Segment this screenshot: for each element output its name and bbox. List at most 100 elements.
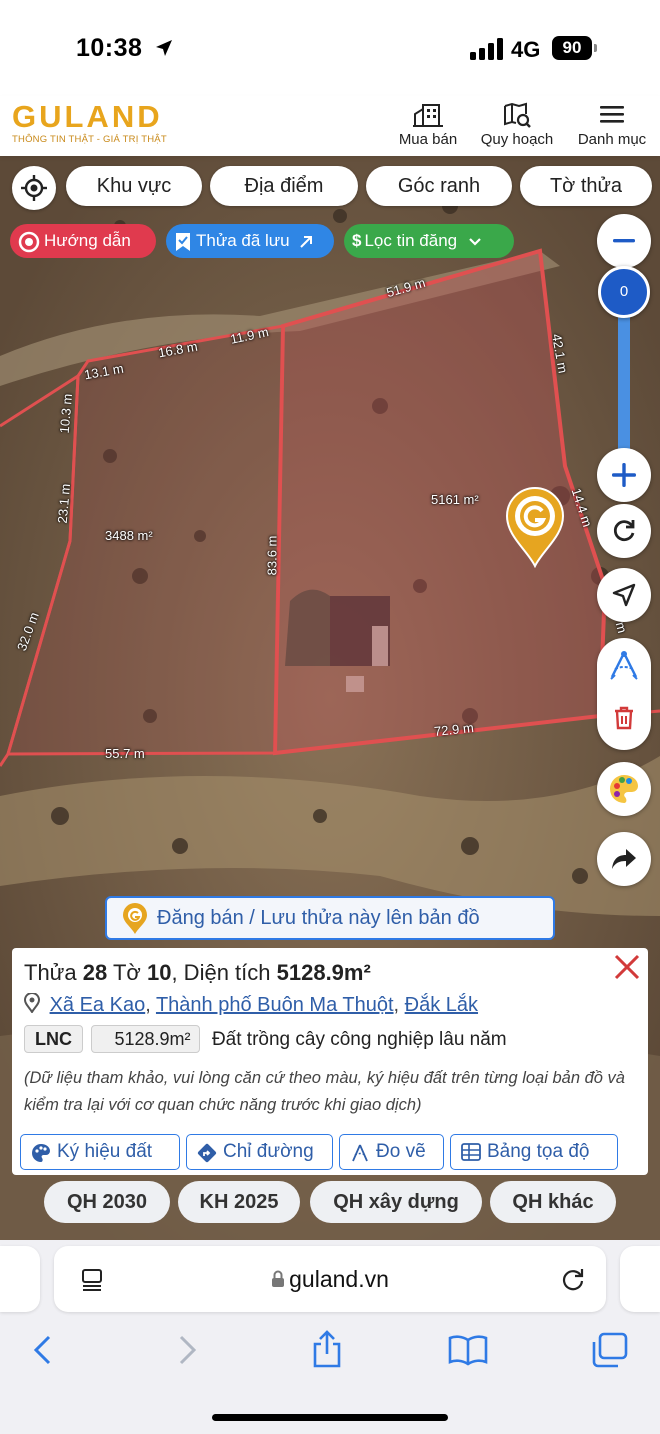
land-area-tag: 5128.9m² [91,1025,200,1053]
navigation-arrow-icon [612,583,636,607]
nav-label: Danh mục [577,131,647,148]
back-icon[interactable] [32,1334,54,1366]
forward-icon[interactable] [176,1334,198,1366]
action-label: Đo vẽ [376,1141,426,1162]
nav-danh-muc[interactable]: Danh mục [574,102,650,148]
arrow-up-right-icon [300,235,313,248]
reload-icon[interactable] [560,1266,586,1292]
crosshair-icon [21,175,47,201]
city-link[interactable]: Thành phố Buôn Ma Thuột [156,994,394,1016]
tab-qh-2030[interactable]: QH 2030 [44,1181,170,1223]
palette-button[interactable] [597,762,651,816]
measure-draw-icon[interactable] [607,649,641,683]
minus-icon [613,239,635,243]
to-number: 10 [146,960,172,985]
close-icon[interactable] [612,952,642,982]
thua-label: Thửa [24,960,77,985]
bang-toa-do-button[interactable]: Bảng tọa độ [450,1134,618,1170]
refresh-icon [613,520,635,542]
guide-icon [18,231,40,252]
area-label: 3488 m² [105,528,153,543]
ky-hieu-dat-button[interactable]: Ký hiệu đất [20,1134,180,1170]
area-label: 5161 m² [431,492,479,507]
network-type: 4G [511,37,541,62]
commune-link[interactable]: Xã Ea Kao [50,994,146,1016]
chip-label: Hướng dẫn [44,231,131,250]
filter-goc-ranh[interactable]: Góc ranh [366,166,512,206]
nav-label: Mua bán [398,131,458,148]
post-listing-banner[interactable]: Đăng bán / Lưu thửa này lên bản đồ [105,896,555,940]
tab-qh-xay-dung[interactable]: QH xây dựng [310,1181,482,1223]
parcel-info-card: Thửa 28 Tờ 10, Diện tích 5128.9m² Xã Ea … [12,948,648,1175]
navigate-button[interactable] [597,568,651,622]
signal-icon [470,38,504,60]
refresh-button[interactable] [597,504,651,558]
table-icon [461,1143,481,1161]
lock-icon [272,1270,285,1287]
prev-tab-edge[interactable] [0,1246,40,1312]
map-pin-icon[interactable] [503,484,567,568]
chip-loc-tin-dang[interactable]: $ Lọc tin đăng [344,224,514,258]
address-bar[interactable]: guland.vn [54,1246,606,1312]
action-label: Chỉ đường [223,1141,314,1162]
home-indicator [212,1414,448,1421]
chip-label: Thửa đã lưu [196,231,290,250]
post-banner-label: Đăng bán / Lưu thửa này lên bản đồ [157,907,480,929]
share-arrow-icon [612,849,636,869]
battery-icon: 90 [552,36,592,60]
url-display[interactable]: guland.vn [54,1266,606,1293]
nav-mua-ban[interactable]: Mua bán [396,102,460,148]
url-text: guland.vn [289,1266,389,1292]
share-icon[interactable] [310,1330,344,1368]
guland-pin-icon [123,903,147,934]
parcel-area: 5128.9m² [276,960,371,985]
dollar-icon: $ [352,231,362,250]
nav-label: Quy hoạch [480,131,554,148]
chip-label: Lọc tin đăng [364,231,458,250]
zoom-slider-handle[interactable]: 0 [598,266,650,318]
status-bar: 10:38 4G 90 [0,0,660,96]
draw-tools-panel [597,638,651,750]
guland-logo[interactable]: GULAND THÔNG TIN THẬT - GIÁ TRỊ THẬT [12,101,167,145]
plus-icon [612,463,636,487]
chip-huong-dan[interactable]: Hướng dẫn [10,224,156,258]
palette-icon [32,1144,50,1162]
status-time: 10:38 [76,34,143,62]
satellite-map[interactable]: 51.9 m 42.1 m 11.9 m 16.8 m 13.1 m 10.3 … [0,156,660,1240]
nav-quy-hoach[interactable]: Quy hoạch [477,102,557,148]
share-button[interactable] [597,832,651,886]
province-link[interactable]: Đắk Lắk [405,994,478,1016]
area-label: , Diện tích [171,960,271,985]
parcel-title: Thửa 28 Tờ 10, Diện tích 5128.9m² [24,960,636,986]
tab-kh-2025[interactable]: KH 2025 [178,1181,300,1223]
tabs-icon[interactable] [590,1332,628,1368]
disclaimer-note: (Dữ liệu tham khảo, vui lòng căn cứ theo… [24,1069,625,1114]
filter-khu-vuc[interactable]: Khu vực [66,166,202,206]
action-label: Bảng tọa độ [487,1141,590,1162]
filter-to-thua[interactable]: Tờ thửa [520,166,652,206]
chi-duong-button[interactable]: Chỉ đường [186,1134,333,1170]
filter-dia-diem[interactable]: Địa điểm [210,166,358,206]
my-location-button[interactable] [12,166,56,210]
trash-icon[interactable] [613,706,635,730]
tab-qh-khac[interactable]: QH khác [490,1181,616,1223]
chip-thua-da-luu[interactable]: Thửa đã lưu [166,224,334,258]
zoom-in-button[interactable] [597,448,651,502]
zoom-out-button[interactable] [597,214,651,268]
buildings-icon [413,104,443,127]
zoom-slider-track[interactable] [618,296,630,466]
bookmark-icon [176,232,190,251]
map-search-icon [504,102,531,128]
chevron-down-icon [469,237,481,246]
action-label: Ký hiệu đất [57,1141,153,1162]
land-code-tag: LNC [24,1025,83,1053]
do-ve-button[interactable]: Đo vẽ [339,1134,444,1170]
logo-slogan: THÔNG TIN THẬT - GIÁ TRỊ THẬT [12,134,167,145]
land-type-text: Đất trồng cây công nghiệp lâu năm [211,1029,507,1050]
measure-label: 55.7 m [105,746,145,761]
next-tab-edge[interactable] [620,1246,660,1312]
land-info-row: LNC 5128.9m² Đất trồng cây công nghiệp l… [24,1025,636,1053]
measure-label: 83.6 m [264,535,280,576]
bookmarks-icon[interactable] [448,1334,488,1366]
location-arrow-icon [156,40,172,56]
